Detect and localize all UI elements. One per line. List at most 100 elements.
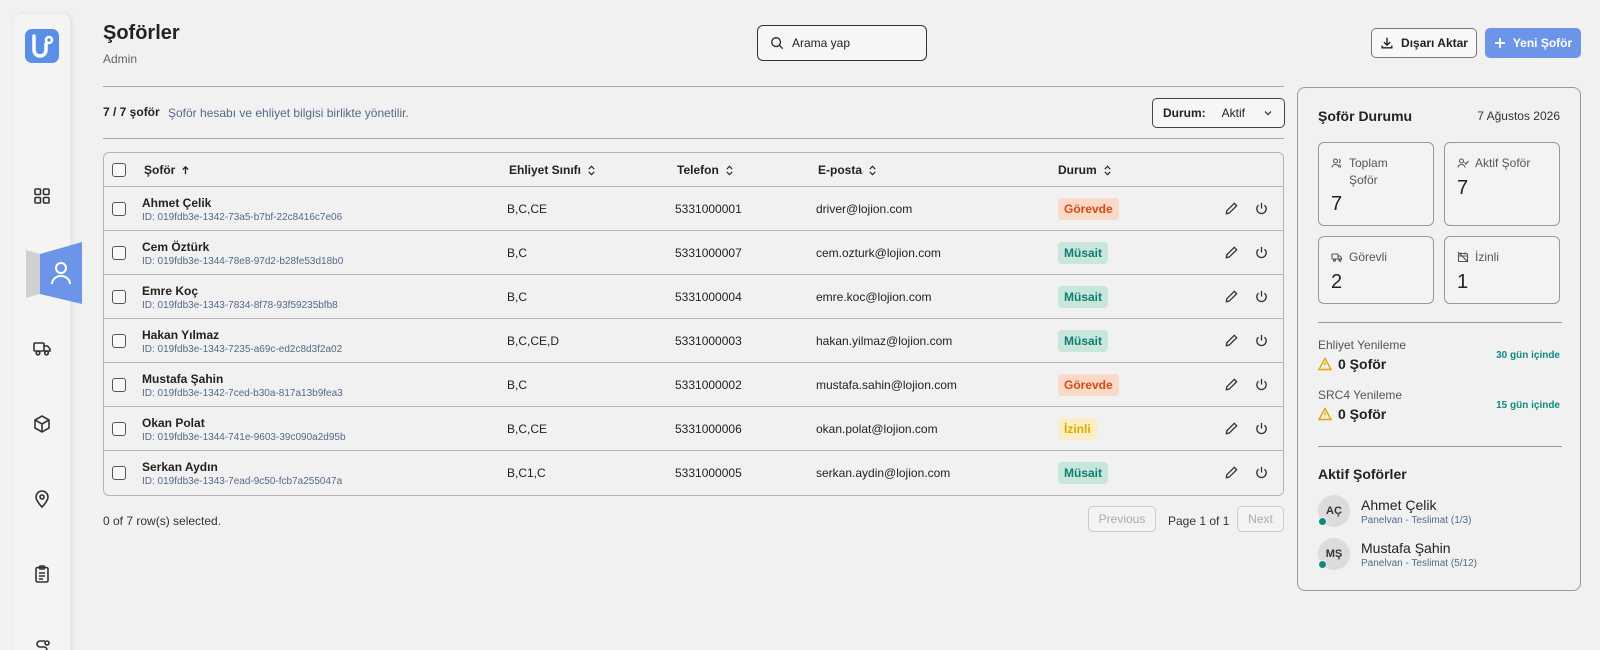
page-title: Şoförler [103,22,180,44]
package-icon[interactable] [14,404,70,444]
edit-icon[interactable] [1224,289,1239,304]
truck-nav-icon[interactable] [14,328,70,368]
stat-on-leave: İzinli 1 [1444,236,1560,304]
src4-renewal-label: SRC4 Yenileme [1318,388,1403,402]
edit-icon[interactable] [1224,421,1239,436]
stat-active: Aktif Şoför 7 [1444,142,1560,226]
sort-asc-icon [182,165,190,174]
user-check-icon [1457,158,1469,168]
active-driver-name: Mustafa Şahin [1361,540,1451,556]
driver-id: ID: 019fdb3e-1344-78e8-97d2-b28fe53d18b0 [142,256,344,267]
warning-icon [1318,357,1332,371]
active-driver-item[interactable]: AÇ Ahmet Çelik Panelvan - Teslimat (1/3) [1318,495,1562,531]
edit-icon[interactable] [1224,465,1239,480]
previous-button[interactable]: Previous [1088,506,1156,532]
driver-name: Cem Öztürk [142,240,210,254]
new-driver-label: Yeni Şoför [1512,36,1573,50]
table-row[interactable]: Serkan Aydın ID: 019fdb3e-1343-7ead-9c50… [104,451,1283,495]
table-row[interactable]: Emre Koç ID: 019fdb3e-1343-7834-8f78-93f… [104,275,1283,319]
divider [1318,446,1562,447]
online-status-dot [1318,517,1327,526]
driver-id: ID: 019fdb3e-1343-7834-8f78-93f59235bfb8 [142,300,338,311]
divider [103,138,1284,139]
column-status[interactable]: Durum [1058,163,1113,177]
page-subtitle: Admin [103,52,138,66]
row-checkbox[interactable] [112,422,126,436]
selection-status: 0 of 7 row(s) selected. [103,514,222,528]
route-icon[interactable] [14,628,70,650]
driver-name: Mustafa Şahin [142,372,224,386]
new-driver-button[interactable]: Yeni Şoför [1485,28,1581,58]
driver-id: ID: 019fdb3e-1342-7ced-b30a-817a13b9fea3 [142,388,343,399]
column-phone[interactable]: Telefon [677,163,735,177]
dashboard-icon[interactable] [14,176,70,216]
power-icon[interactable] [1254,245,1269,260]
power-icon[interactable] [1254,377,1269,392]
truck-icon [1331,253,1343,262]
license-renewal-days: 30 gün içinde [1496,350,1560,361]
stat-on-duty: Görevli 2 [1318,236,1434,304]
search-input[interactable]: Arama yap [757,25,927,61]
row-checkbox[interactable] [112,378,126,392]
next-button[interactable]: Next [1237,506,1284,532]
table-row[interactable]: Ahmet Çelik ID: 019fdb3e-1342-73a5-b7bf-… [104,187,1283,231]
sort-icon [869,165,876,175]
phone: 5331000004 [675,290,742,304]
download-icon [1381,37,1393,49]
power-icon[interactable] [1254,289,1269,304]
select-all-checkbox[interactable] [112,163,126,177]
page-info: Page 1 of 1 [1168,514,1230,528]
warning-icon [1318,407,1332,421]
edit-icon[interactable] [1224,201,1239,216]
status-badge: Müsait [1058,462,1109,484]
table-row[interactable]: Cem Öztürk ID: 019fdb3e-1344-78e8-97d2-b… [104,231,1283,275]
driver-status-panel: Şoför Durumu 7 Ağustos 2026 Toplam Şoför… [1297,87,1581,591]
driver-id: ID: 019fdb3e-1344-741e-9603-39c090a2d95b [142,432,346,443]
table-row[interactable]: Mustafa Şahin ID: 019fdb3e-1342-7ced-b30… [104,363,1283,407]
email: hakan.yilmaz@lojion.com [816,334,953,348]
filter-value: Aktif [1221,106,1246,120]
clipboard-icon[interactable] [14,554,70,594]
logo-icon[interactable] [25,29,59,63]
src4-renewal-value: 0 Şoför [1318,406,1386,422]
phone: 5331000002 [675,378,742,392]
email: mustafa.sahin@lojion.com [816,378,957,392]
row-checkbox[interactable] [112,290,126,304]
license-class: B,C,CE [507,422,548,436]
status-filter[interactable]: Durum: Aktif [1152,98,1285,128]
location-pin-icon[interactable] [14,479,70,519]
column-driver[interactable]: Şoför [144,163,191,177]
table-row[interactable]: Okan Polat ID: 019fdb3e-1344-741e-9603-3… [104,407,1283,451]
filter-label: Durum: [1163,106,1206,120]
active-driver-item[interactable]: MŞ Mustafa Şahin Panelvan - Teslimat (5/… [1318,538,1562,574]
sidebar [14,14,82,650]
email: serkan.aydin@lojion.com [816,466,951,480]
edit-icon[interactable] [1224,377,1239,392]
export-button[interactable]: Dışarı Aktar [1371,28,1477,58]
row-checkbox[interactable] [112,246,126,260]
status-badge: İzinli [1058,418,1097,440]
drivers-nav-icon[interactable] [26,242,98,304]
column-email[interactable]: E-posta [818,163,878,177]
power-icon[interactable] [1254,465,1269,480]
active-drivers-title: Aktif Şoförler [1318,466,1407,482]
email: driver@lojion.com [816,202,913,216]
table-header: Şoför Ehliyet Sınıfı Telefon E-posta Dur… [104,153,1283,187]
search-icon [771,37,784,50]
phone: 5331000001 [675,202,742,216]
email: emre.koc@lojion.com [816,290,932,304]
table-row[interactable]: Hakan Yılmaz ID: 019fdb3e-1343-7235-a69c… [104,319,1283,363]
row-checkbox[interactable] [112,334,126,348]
driver-id: ID: 019fdb3e-1342-73a5-b7bf-22c8416c7e06 [142,212,343,223]
power-icon[interactable] [1254,421,1269,436]
stat-total: Toplam Şoför 7 [1318,142,1434,226]
column-license[interactable]: Ehliyet Sınıfı [509,163,597,177]
edit-icon[interactable] [1224,333,1239,348]
row-checkbox[interactable] [112,466,126,480]
export-label: Dışarı Aktar [1401,36,1468,50]
power-icon[interactable] [1254,333,1269,348]
power-icon[interactable] [1254,201,1269,216]
row-checkbox[interactable] [112,202,126,216]
edit-icon[interactable] [1224,245,1239,260]
stat-value: 7 [1457,177,1469,199]
